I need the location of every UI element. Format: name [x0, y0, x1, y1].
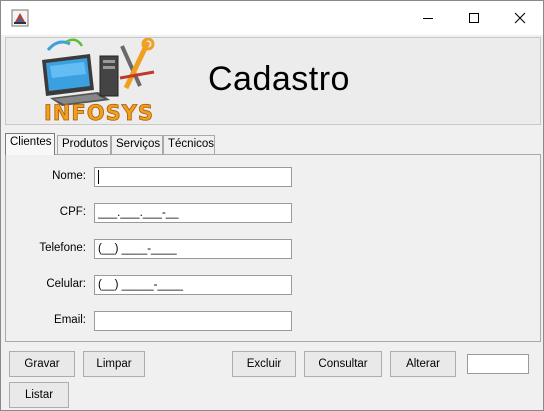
nome-field[interactable]	[94, 167, 292, 187]
main-window: INFOSYS Cadastro Clientes Produtos Servi…	[0, 0, 544, 411]
celular-field[interactable]	[94, 275, 292, 295]
form-row-email: Email:	[6, 311, 542, 333]
form-row-cpf: CPF:	[6, 203, 542, 225]
email-field[interactable]	[94, 311, 292, 331]
form-row-nome: Nome:	[6, 167, 542, 189]
tab-servicos[interactable]: Serviços	[111, 135, 163, 154]
excluir-button[interactable]: Excluir	[232, 351, 296, 377]
form-row-celular: Celular:	[6, 275, 542, 297]
close-icon	[514, 12, 526, 24]
telefone-label: Telefone:	[39, 242, 86, 254]
close-button[interactable]	[497, 1, 543, 35]
infosys-logo: INFOSYS	[36, 37, 160, 125]
header-banner: INFOSYS Cadastro	[5, 37, 541, 125]
nome-label: Nome:	[52, 170, 86, 182]
form-row-telefone: Telefone:	[6, 239, 542, 261]
clientes-panel: Nome: CPF: Telefone: Celular: Email:	[5, 154, 541, 342]
id-field[interactable]	[467, 354, 529, 374]
text-caret	[98, 170, 99, 184]
maximize-icon	[469, 13, 479, 23]
title-bar[interactable]	[1, 1, 543, 35]
minimize-button[interactable]	[405, 1, 451, 35]
celular-label: Celular:	[46, 278, 86, 290]
listar-button[interactable]: Listar	[9, 382, 69, 408]
limpar-button[interactable]: Limpar	[83, 351, 145, 377]
telefone-field[interactable]	[94, 239, 292, 259]
tab-clientes[interactable]: Clientes	[5, 133, 55, 155]
gravar-button[interactable]: Gravar	[9, 351, 75, 377]
minimize-icon	[423, 18, 433, 19]
tab-produtos[interactable]: Produtos	[57, 135, 111, 154]
cpf-label: CPF:	[59, 206, 86, 218]
consultar-button[interactable]: Consultar	[304, 351, 382, 377]
alterar-button[interactable]: Alterar	[390, 351, 456, 377]
tab-tecnicos[interactable]: Técnicos	[163, 135, 215, 154]
maximize-button[interactable]	[451, 1, 497, 35]
cpf-field[interactable]	[94, 203, 292, 223]
java-app-icon	[11, 9, 29, 27]
logo-text: INFOSYS	[44, 101, 154, 124]
email-label: Email:	[54, 314, 86, 326]
page-title: Cadastro	[208, 60, 350, 98]
